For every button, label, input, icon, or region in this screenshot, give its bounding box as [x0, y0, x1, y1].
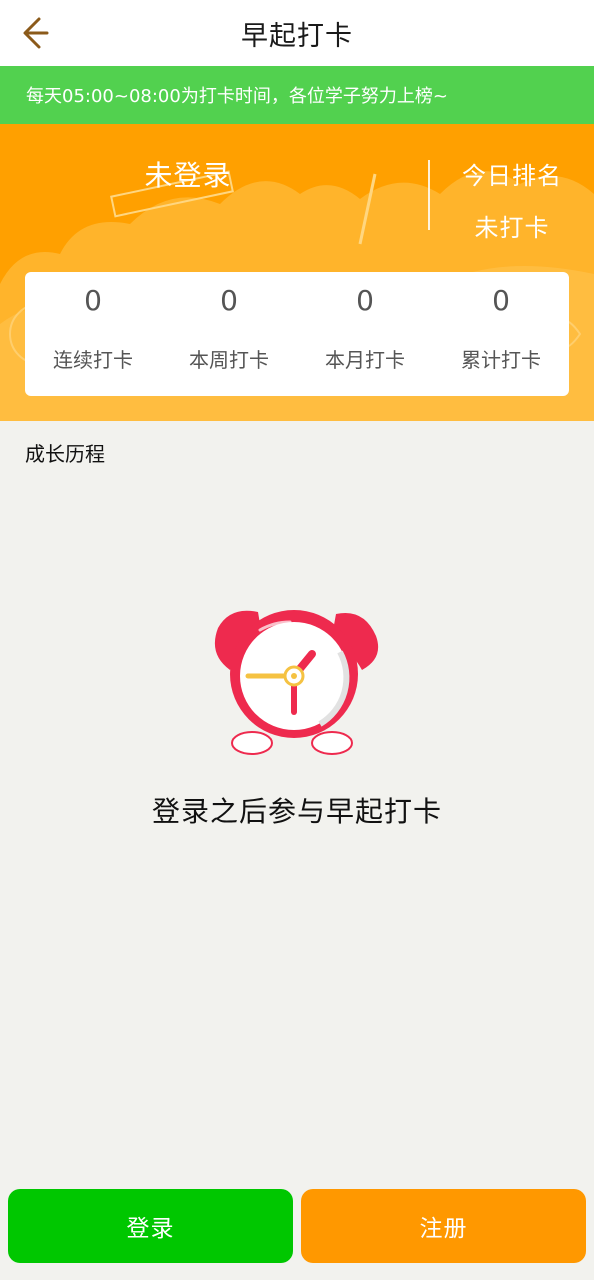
stat-month: 0 本月打卡: [297, 272, 433, 396]
register-button-label: 注册: [419, 1216, 468, 1242]
stat-streak: 0 连续打卡: [25, 272, 161, 396]
notice-text: 每天05:00~08:00为打卡时间，各位学子努力上榜~: [26, 86, 448, 107]
growth-history-title: 成长历程: [25, 442, 105, 466]
stat-label: 本月打卡: [325, 348, 405, 372]
login-button[interactable]: 登录: [8, 1189, 293, 1263]
today-rank-label: 今日排名: [462, 162, 562, 190]
stat-week: 0 本周打卡: [161, 272, 297, 396]
login-prompt-message: 登录之后参与早起打卡: [151, 795, 442, 828]
checkin-time-notice: 每天05:00~08:00为打卡时间，各位学子努力上榜~: [0, 66, 594, 124]
alarm-clock-icon: [214, 610, 379, 755]
stat-total: 0 累计打卡: [433, 272, 569, 396]
checkin-stats-card: 0 连续打卡 0 本周打卡 0 本月打卡 0 累计打卡: [25, 272, 569, 396]
user-login-status[interactable]: 未登录: [0, 154, 376, 194]
app-header: 早起打卡: [0, 0, 594, 66]
today-rank-value: 未打卡: [474, 214, 550, 242]
profile-banner: 未登录 今日排名 未打卡 0 连续打卡 0 本周打卡 0 本月打卡 0 累计打卡: [0, 124, 594, 421]
stat-value: 0: [356, 284, 374, 317]
stat-value: 0: [220, 284, 238, 317]
stat-label: 本周打卡: [189, 348, 269, 372]
login-button-label: 登录: [126, 1216, 175, 1242]
page-title: 早起打卡: [241, 20, 353, 52]
arrow-left-icon: [23, 17, 49, 49]
stat-label: 连续打卡: [53, 348, 133, 372]
back-button[interactable]: [14, 9, 64, 57]
register-button[interactable]: 注册: [301, 1189, 586, 1263]
stat-value: 0: [84, 284, 102, 317]
stat-value: 0: [492, 284, 510, 317]
stat-label: 累计打卡: [461, 348, 541, 372]
